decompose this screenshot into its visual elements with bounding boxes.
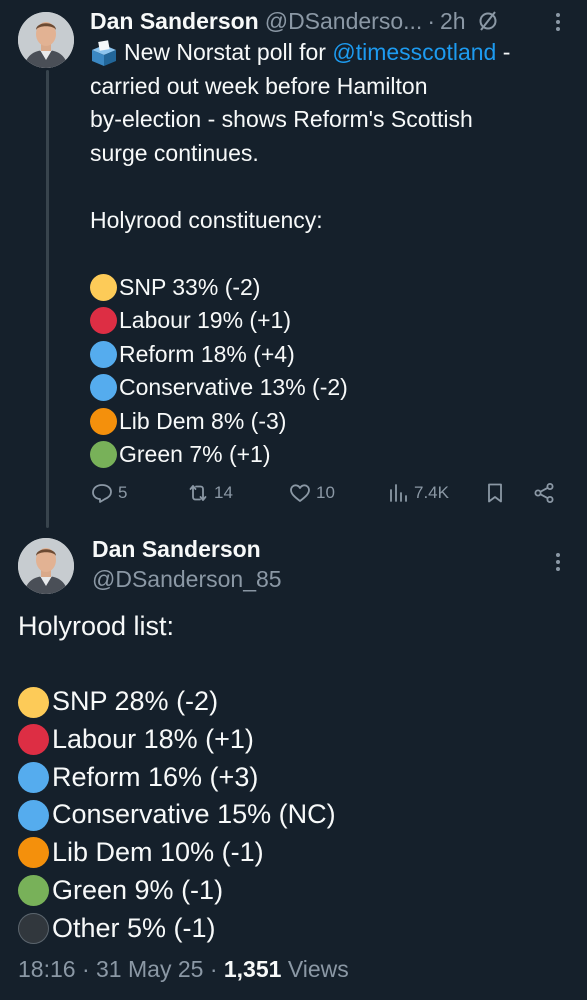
heart-icon	[290, 484, 310, 502]
author-name[interactable]: Dan Sanderson	[92, 536, 261, 563]
result-text: Lib Dem 8% (-3)	[119, 407, 287, 434]
separator-dot: ·	[209, 956, 218, 982]
black-circle-icon	[18, 912, 49, 944]
tweet-line: carried out week before Hamilton	[90, 72, 428, 99]
tweet-text: Holyrood list: SNP 28% (-2) Labour 18% (…	[18, 608, 578, 947]
ballot-box-icon	[92, 39, 116, 66]
tweet-actions: 5 14 10 7.4K	[90, 478, 565, 508]
orange-circle-icon	[18, 837, 49, 869]
result-text: SNP 28% (-2)	[52, 686, 219, 717]
avatar[interactable]	[18, 538, 74, 594]
tweet-header: Dan Sanderson @DSanderso... · 2h	[90, 6, 500, 36]
tweet-timestamp[interactable]: 2h	[440, 8, 466, 35]
avatar-photo	[18, 538, 74, 594]
share-icon	[534, 483, 554, 503]
result-text: Other 5% (-1)	[52, 912, 216, 943]
repost-button[interactable]: 14	[186, 478, 233, 508]
result-text: SNP 33% (-2)	[119, 273, 261, 300]
result-text: Reform 16% (+3)	[52, 761, 259, 792]
bookmark-button[interactable]	[483, 478, 507, 508]
like-count: 10	[316, 483, 335, 502]
blue-circle-icon	[18, 762, 49, 794]
red-circle-icon	[90, 307, 117, 335]
tweet-line: surge continues.	[90, 139, 259, 166]
share-button[interactable]	[532, 478, 556, 508]
blue-circle-icon	[90, 340, 117, 368]
result-item: Green 7% (+1)	[90, 438, 580, 472]
author-handle[interactable]: @DSanderson_85	[92, 566, 282, 593]
tweet-text-segment: New Norstat poll for	[124, 39, 326, 65]
tweet-line: by-election - shows Reform's Scottish	[90, 106, 473, 132]
views-total: 1,351	[223, 956, 282, 982]
views-button[interactable]: 7.4K	[386, 478, 449, 508]
tweet-time[interactable]: 18:16	[18, 956, 76, 982]
blue-circle-icon	[90, 374, 117, 402]
more-options-icon[interactable]	[548, 10, 568, 34]
result-item: Lib Dem 8% (-3)	[90, 405, 580, 439]
result-item: Labour 18% (+1)	[18, 721, 578, 759]
reply-count: 5	[118, 483, 128, 502]
avatar[interactable]	[18, 12, 74, 68]
result-item: Conservative 13% (-2)	[90, 371, 580, 405]
result-item: SNP 28% (-2)	[18, 683, 578, 721]
repost-count: 14	[214, 483, 233, 502]
tweet-line: Holyrood list:	[18, 611, 175, 641]
tweet-text: New Norstat poll for @timesscotland - ca…	[90, 36, 580, 472]
separator-dot: ·	[81, 956, 90, 982]
thread-connector-line	[46, 70, 49, 528]
mention-link[interactable]: @timesscotland	[332, 36, 496, 70]
result-text: Labour 19% (+1)	[119, 307, 291, 333]
result-text: Green 7% (+1)	[119, 441, 271, 467]
tweet-date[interactable]: 31 May 25	[96, 956, 203, 982]
reply-button[interactable]: 5	[90, 478, 127, 508]
blue-circle-icon	[18, 799, 49, 831]
result-item: Reform 16% (+3)	[18, 759, 578, 797]
result-item: Lib Dem 10% (-1)	[18, 834, 578, 872]
green-circle-icon	[90, 441, 117, 469]
avatar-photo	[18, 12, 74, 68]
no-symbol-icon	[479, 11, 497, 31]
tweet-meta: 18:16 · 31 May 25 · 1,351 Views	[18, 956, 349, 983]
result-text: Green 9% (-1)	[52, 874, 224, 905]
result-text: Lib Dem 10% (-1)	[52, 837, 264, 868]
tweet-line: New Norstat poll for @timesscotland -	[90, 36, 580, 70]
repost-icon	[189, 485, 207, 501]
result-text: Labour 18% (+1)	[52, 724, 254, 755]
views-count: 7.4K	[414, 483, 449, 502]
orange-circle-icon	[90, 407, 117, 435]
yellow-circle-icon	[90, 273, 117, 301]
result-text: Conservative 13% (-2)	[119, 374, 348, 400]
result-text: Conservative 15% (NC)	[52, 799, 336, 830]
result-item: Other 5% (-1)	[18, 910, 578, 948]
result-item: Labour 19% (+1)	[90, 304, 580, 338]
more-options-icon[interactable]	[548, 550, 568, 574]
result-item: SNP 33% (-2)	[90, 271, 580, 305]
result-item: Reform 18% (+4)	[90, 338, 580, 372]
bookmark-icon	[488, 483, 502, 503]
result-item: Conservative 15% (NC)	[18, 796, 578, 834]
separator-dot: ·	[427, 7, 435, 34]
red-circle-icon	[18, 724, 49, 756]
result-text: Reform 18% (+4)	[119, 340, 295, 367]
views-label: Views	[287, 956, 349, 982]
tweet-text-segment: -	[502, 39, 511, 65]
author-handle[interactable]: @DSanderso...	[265, 8, 423, 35]
yellow-circle-icon	[18, 686, 49, 718]
green-circle-icon	[18, 875, 49, 907]
views-chart-icon	[390, 484, 407, 502]
like-button[interactable]: 10	[288, 478, 335, 508]
result-item: Green 9% (-1)	[18, 872, 578, 910]
author-name[interactable]: Dan Sanderson	[90, 8, 259, 35]
tweet-line: Holyrood constituency:	[90, 206, 323, 233]
reply-icon	[92, 484, 112, 503]
